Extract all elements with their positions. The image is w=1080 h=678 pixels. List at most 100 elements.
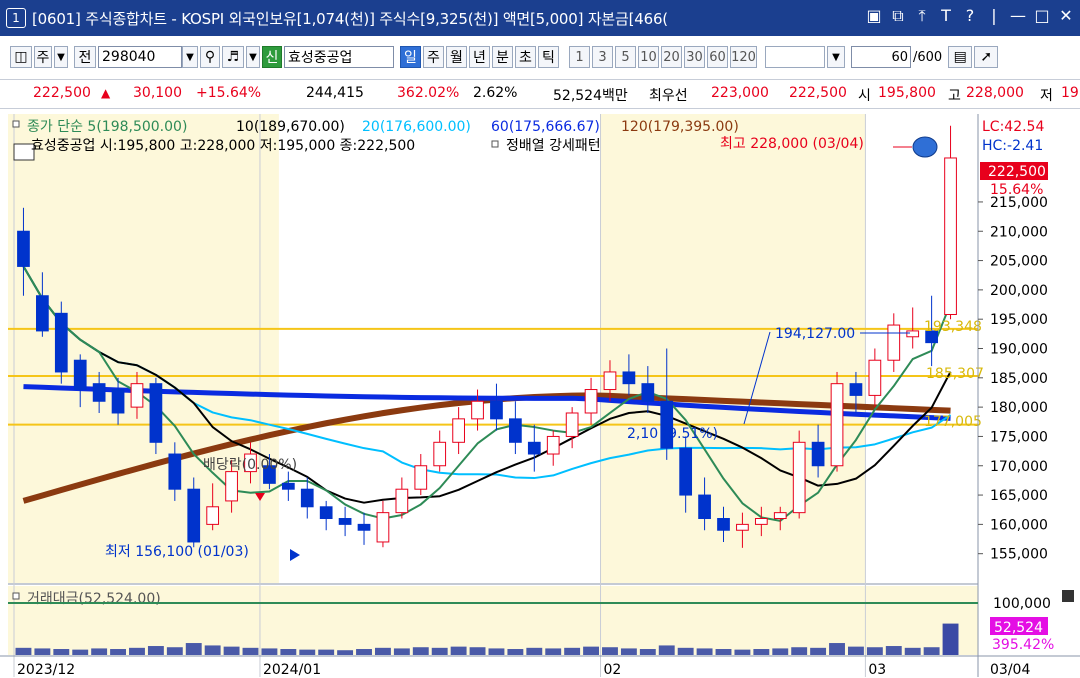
interval-button-1[interactable]: 1 [569,46,590,68]
bid-price: 222,500 [789,85,847,101]
code-dropdown-icon[interactable]: ▼ [182,46,198,68]
volume-bar [677,647,694,655]
volume-bar [658,645,675,655]
data-count-input[interactable]: 60 [851,46,911,68]
font-icon[interactable]: T [938,6,954,26]
candle-body [433,441,447,467]
volume-bar [374,647,391,655]
candle-body [527,441,541,455]
volume-bar [431,647,448,655]
interval-button-120[interactable]: 120 [730,46,757,68]
candle-body [54,312,68,373]
candle-body [36,295,49,332]
close-icon[interactable]: ✕ [1058,6,1074,26]
interval-button-30[interactable]: 30 [684,46,705,68]
candle-body [319,506,333,520]
interval-button-3[interactable]: 3 [592,46,613,68]
tab-period-1[interactable]: 주 [423,46,444,68]
level-annotation-leader [743,331,771,425]
candle-body [244,453,257,473]
volume: 244,415 [306,85,364,101]
candle-body [281,482,295,490]
volume-bar [110,649,127,655]
volume-bar [337,650,354,655]
window-restore-icon[interactable]: ⧉ [890,6,906,26]
low-price: 19 [1061,85,1079,101]
level-annotation: 194,127.00 [775,326,855,342]
y-tick-label: 185,000 [990,371,1048,387]
volume-last-badge [990,617,1048,635]
volume-pane [8,586,978,655]
minimize-icon[interactable]: — [1010,6,1026,26]
tab-period-0[interactable]: 일 [400,46,421,68]
level-annotation: 177,005 [924,414,982,430]
stock-code-input[interactable] [98,46,182,68]
volume-bar [299,649,316,655]
help-icon[interactable]: ? [962,6,978,26]
candle-body [698,494,711,520]
interval-button-10[interactable]: 10 [638,46,659,68]
main-button[interactable]: 주 [34,46,52,68]
x-tick-label: 2024/01 [263,662,321,678]
candle-body [603,371,617,391]
last-pct-label: 15.64% [990,182,1043,198]
candle-body [168,453,182,490]
y-tick-label: 160,000 [990,517,1048,533]
low-annotation: 최저 156,100 (01/03) [105,544,249,560]
interval-button-5[interactable]: 5 [615,46,636,68]
maximize-icon[interactable]: □ [1034,6,1050,26]
tab-period-3[interactable]: 년 [469,46,490,68]
interval-button-60[interactable]: 60 [707,46,728,68]
new-listing-tag: 신 [262,46,282,68]
legend-ma10: 10(189,670.00) [236,119,345,135]
tab-period-6[interactable]: 틱 [538,46,559,68]
quote-bar: 222,500 ▲ 30,100 +15.64% 244,415 362.02%… [0,79,1080,109]
tab-period-2[interactable]: 월 [446,46,467,68]
volume-bar [545,648,562,655]
window-number[interactable]: 1 [6,8,26,28]
all-button[interactable]: 전 [74,46,96,68]
volume-bar [583,646,600,655]
candle-body [206,506,220,525]
pattern-label: 정배열 강세패턴 [506,138,601,154]
y-tick-label: 180,000 [990,400,1048,416]
hc-label: HC:-2.41 [982,138,1043,154]
info-line: 효성중공업 시:195,800 고:228,000 저:195,000 종:22… [31,138,415,154]
shade-region [8,114,279,583]
interval-dropdown-icon[interactable]: ▼ [827,46,845,68]
candle-body [641,383,655,402]
tab-period-5[interactable]: 초 [515,46,536,68]
y-tick-label: 170,000 [990,459,1048,475]
candle-type-icon[interactable]: ▤ [948,46,973,68]
tab-period-4[interactable]: 분 [492,46,513,68]
drawing-tool-icon[interactable]: ➚ [974,46,999,68]
interval-button-20[interactable]: 20 [661,46,682,68]
up-arrow-icon: ▲ [101,86,111,100]
volume-bar [15,647,32,655]
panel-toggle-icon[interactable]: ◫ [10,46,32,68]
volume-bar [847,646,864,655]
open-price: 195,800 [878,85,936,101]
candle-body [754,518,768,525]
legend-marker [12,120,20,128]
speaker-icon[interactable]: ♬ [222,46,244,68]
search-icon[interactable]: ⚲ [200,46,220,68]
window-layout-icon[interactable]: ▣ [866,6,882,26]
candle-body [225,471,238,502]
high-label: 고 [948,88,961,104]
volume-scroll-icon [1062,590,1074,602]
volume-bar [34,648,51,655]
candle-body [300,488,314,508]
ma20-line [22,265,952,480]
dividend-annotation: 배당락(0.00%) [203,457,297,473]
volume-bar [280,649,297,655]
volume-bar [810,647,827,655]
volume-bar [866,647,883,655]
pin-icon[interactable]: ⤒ [914,6,930,26]
interval-custom-field[interactable] [765,46,825,68]
speaker-dropdown-icon[interactable]: ▼ [246,46,260,68]
dropdown-icon[interactable]: ▼ [54,46,68,68]
ma120-line [22,392,951,504]
candle-body [490,400,503,420]
chart-grid-icon [13,143,35,161]
